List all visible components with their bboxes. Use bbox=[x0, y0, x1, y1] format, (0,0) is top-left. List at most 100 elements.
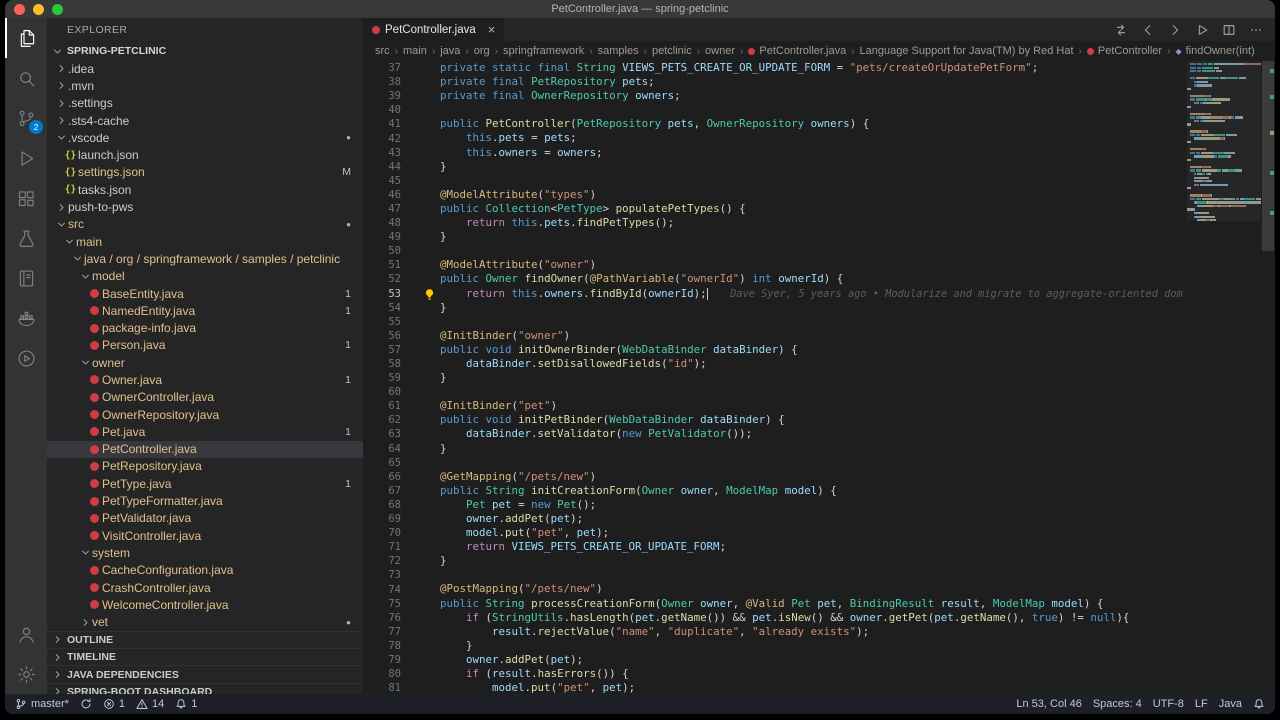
code-line-74[interactable]: 74 @PostMapping("/pets/new") bbox=[363, 582, 1275, 596]
tree-item-.settings[interactable]: .settings bbox=[47, 95, 363, 112]
code-line-61[interactable]: 61 @InitBinder("pet") bbox=[363, 399, 1275, 413]
navigate-forward-icon[interactable] bbox=[1168, 23, 1182, 37]
status-git-branch[interactable]: master* bbox=[15, 698, 69, 710]
tree-item-main[interactable]: main bbox=[47, 233, 363, 250]
activity-search-icon[interactable] bbox=[5, 58, 47, 98]
status-indentation[interactable]: Spaces: 4 bbox=[1093, 698, 1142, 710]
tree-item-.idea[interactable]: .idea bbox=[47, 60, 363, 77]
close-window-button[interactable] bbox=[14, 4, 25, 15]
activity-extensions-icon[interactable] bbox=[5, 178, 47, 218]
tree-item-petrepository.java[interactable]: PetRepository.java bbox=[47, 458, 363, 475]
breadcrumb-owner[interactable]: owner bbox=[705, 45, 735, 57]
tree-item-baseentity.java[interactable]: BaseEntity.java1 bbox=[47, 285, 363, 302]
code-line-60[interactable]: 60 bbox=[363, 385, 1275, 399]
code-line-76[interactable]: 76 if (StringUtils.hasLength(pet.getName… bbox=[363, 611, 1275, 625]
tree-item-pettypeformatter.java[interactable]: PetTypeFormatter.java bbox=[47, 492, 363, 509]
breadcrumb-petclinic[interactable]: petclinic bbox=[652, 45, 692, 57]
scrollbar-thumb[interactable] bbox=[1262, 61, 1274, 251]
activity-run-debug-icon[interactable] bbox=[5, 138, 47, 178]
code-line-71[interactable]: 71 return VIEWS_PETS_CREATE_OR_UPDATE_FO… bbox=[363, 540, 1275, 554]
tree-item-src[interactable]: src● bbox=[47, 216, 363, 233]
tree-item-visitcontroller.java[interactable]: VisitController.java bbox=[47, 527, 363, 544]
breadcrumb-java[interactable]: java bbox=[440, 45, 460, 57]
breadcrumb-main[interactable]: main bbox=[403, 45, 427, 57]
section-java-dependencies[interactable]: JAVA DEPENDENCIES bbox=[47, 665, 363, 682]
code-line-55[interactable]: 55 bbox=[363, 315, 1275, 329]
code-line-37[interactable]: 37 private static final String VIEWS_PET… bbox=[363, 61, 1275, 75]
code-editor[interactable]: 37 private static final String VIEWS_PET… bbox=[363, 61, 1275, 694]
tree-item-.mvn[interactable]: .mvn bbox=[47, 77, 363, 94]
code-line-79[interactable]: 79 owner.addPet(pet); bbox=[363, 653, 1275, 667]
tree-item-system[interactable]: system bbox=[47, 544, 363, 561]
tree-item-.vscode[interactable]: .vscode● bbox=[47, 129, 363, 146]
tree-item-owner[interactable]: owner bbox=[47, 354, 363, 371]
status-problems-warnings[interactable]: 14 bbox=[136, 698, 164, 710]
breadcrumb-org[interactable]: org bbox=[474, 45, 490, 57]
tree-item-petvalidator.java[interactable]: PetValidator.java bbox=[47, 510, 363, 527]
section-spring-boot-dashboard[interactable]: SPRING-BOOT DASHBOARD bbox=[47, 683, 363, 694]
tree-item-.sts4-cache[interactable]: .sts4-cache bbox=[47, 112, 363, 129]
split-editor-icon[interactable] bbox=[1222, 23, 1236, 37]
code-line-68[interactable]: 68 Pet pet = new Pet(); bbox=[363, 498, 1275, 512]
tree-item-ownercontroller.java[interactable]: OwnerController.java bbox=[47, 389, 363, 406]
breadcrumb-springframework[interactable]: springframework bbox=[503, 45, 584, 57]
code-line-62[interactable]: 62 public void initPetBinder(WebDataBind… bbox=[363, 413, 1275, 427]
code-line-52[interactable]: 52 public Owner findOwner(@PathVariable(… bbox=[363, 272, 1275, 286]
breadcrumb-samples[interactable]: samples bbox=[598, 45, 639, 57]
code-line-57[interactable]: 57 public void initOwnerBinder(WebDataBi… bbox=[363, 343, 1275, 357]
code-line-65[interactable]: 65 bbox=[363, 456, 1275, 470]
code-line-69[interactable]: 69 owner.addPet(pet); bbox=[363, 512, 1275, 526]
code-line-48[interactable]: 48 return this.pets.findPetTypes(); bbox=[363, 216, 1275, 230]
section-outline[interactable]: OUTLINE bbox=[47, 631, 363, 648]
tree-item-pet.java[interactable]: Pet.java1 bbox=[47, 423, 363, 440]
code-line-44[interactable]: 44 } bbox=[363, 160, 1275, 174]
breadcrumb-petcontroller.java[interactable]: PetController.java bbox=[748, 45, 846, 57]
code-line-58[interactable]: 58 dataBinder.setDisallowedFields("id"); bbox=[363, 357, 1275, 371]
code-line-66[interactable]: 66 @GetMapping("/pets/new") bbox=[363, 470, 1275, 484]
open-changes-icon[interactable] bbox=[1114, 23, 1128, 37]
status-encoding[interactable]: UTF-8 bbox=[1153, 698, 1184, 710]
activity-test-beaker-icon[interactable] bbox=[5, 218, 47, 258]
breadcrumb-petcontroller[interactable]: PetController bbox=[1087, 45, 1162, 57]
code-line-64[interactable]: 64 } bbox=[363, 442, 1275, 456]
tree-item-vet[interactable]: vet● bbox=[47, 614, 363, 631]
tree-item-petcontroller.java[interactable]: PetController.java bbox=[47, 441, 363, 458]
code-line-54[interactable]: 54 } bbox=[363, 301, 1275, 315]
status-cursor-position[interactable]: Ln 53, Col 46 bbox=[1016, 698, 1081, 710]
navigate-back-icon[interactable] bbox=[1141, 23, 1155, 37]
status-language-mode[interactable]: Java bbox=[1219, 698, 1242, 710]
code-line-40[interactable]: 40 bbox=[363, 103, 1275, 117]
code-line-38[interactable]: 38 private final PetRepository pets; bbox=[363, 75, 1275, 89]
breadcrumb-src[interactable]: src bbox=[375, 45, 390, 57]
tree-item-person.java[interactable]: Person.java1 bbox=[47, 337, 363, 354]
status-notifications-bell[interactable] bbox=[1253, 698, 1265, 710]
code-line-42[interactable]: 42 this.pets = pets; bbox=[363, 131, 1275, 145]
code-line-51[interactable]: 51 @ModelAttribute("owner") bbox=[363, 258, 1275, 272]
breadcrumb-findowner-int[interactable]: ◆findOwner(int) bbox=[1175, 45, 1254, 57]
activity-source-control-icon[interactable]: 2 bbox=[5, 98, 47, 138]
folder-section-header[interactable]: SPRING-PETCLINIC bbox=[47, 42, 363, 60]
code-line-43[interactable]: 43 this.owners = owners; bbox=[363, 146, 1275, 160]
code-line-73[interactable]: 73 bbox=[363, 568, 1275, 582]
activity-account-icon[interactable] bbox=[5, 614, 47, 654]
code-line-49[interactable]: 49 } bbox=[363, 230, 1275, 244]
status-eol[interactable]: LF bbox=[1195, 698, 1208, 710]
run-icon[interactable] bbox=[1195, 23, 1209, 37]
lightbulb-icon[interactable] bbox=[423, 288, 436, 301]
tree-item-launch.json[interactable]: {}launch.json bbox=[47, 146, 363, 163]
minimize-window-button[interactable] bbox=[33, 4, 44, 15]
code-line-70[interactable]: 70 model.put("pet", pet); bbox=[363, 526, 1275, 540]
close-tab-icon[interactable]: × bbox=[488, 23, 496, 36]
code-line-80[interactable]: 80 if (result.hasErrors()) { bbox=[363, 667, 1275, 681]
tree-item-cacheconfiguration.java[interactable]: CacheConfiguration.java bbox=[47, 562, 363, 579]
tree-item-ownerrepository.java[interactable]: OwnerRepository.java bbox=[47, 406, 363, 423]
code-line-53[interactable]: 53 return this.owners.findById(ownerId);… bbox=[363, 287, 1275, 301]
tree-item-welcomecontroller.java[interactable]: WelcomeController.java bbox=[47, 596, 363, 613]
code-line-39[interactable]: 39 private final OwnerRepository owners; bbox=[363, 89, 1275, 103]
minimap[interactable] bbox=[1187, 61, 1261, 694]
code-line-78[interactable]: 78 } bbox=[363, 639, 1275, 653]
tree-item-pettype.java[interactable]: PetType.java1 bbox=[47, 475, 363, 492]
more-actions-icon[interactable] bbox=[1249, 23, 1263, 37]
tree-item-settings.json[interactable]: {}settings.jsonM bbox=[47, 164, 363, 181]
code-line-81[interactable]: 81 model.put("pet", pet); bbox=[363, 681, 1275, 694]
